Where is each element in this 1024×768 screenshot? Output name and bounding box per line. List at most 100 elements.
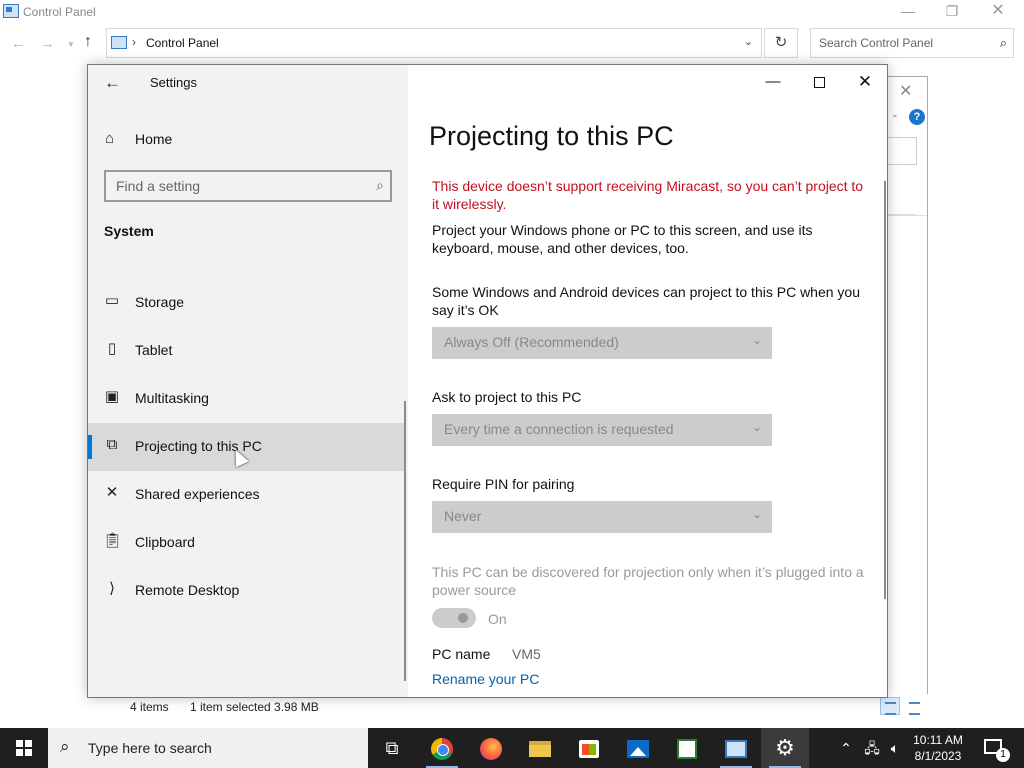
- taskbar-search-placeholder: Type here to search: [88, 740, 212, 756]
- rename-pc-link[interactable]: Rename your PC: [432, 671, 539, 687]
- taskbar-chrome[interactable]: [418, 728, 466, 768]
- help-icon[interactable]: ?: [909, 109, 925, 125]
- search-icon: ⌕: [60, 737, 70, 756]
- projection-permission-dropdown[interactable]: Always Off (Recommended) ⌄: [432, 327, 772, 359]
- start-button[interactable]: [0, 728, 48, 768]
- pc-name-value: VM5: [512, 646, 541, 662]
- close-button[interactable]: ✕: [842, 69, 887, 95]
- address-dropdown-chevron-icon[interactable]: ⌄: [744, 35, 753, 48]
- status-selection: 1 item selected 3.98 MB: [190, 700, 319, 714]
- sidebar-item-label: Home: [135, 131, 173, 147]
- large-icons-view-icon[interactable]: [904, 697, 924, 715]
- sidebar-scrollbar[interactable]: [404, 401, 406, 681]
- sidebar-item-storage[interactable]: ▭ Storage: [88, 279, 406, 327]
- task-view-button[interactable]: ⧉: [368, 728, 416, 768]
- taskbar-search-box[interactable]: ⌕ Type here to search: [48, 728, 368, 768]
- taskbar-file-explorer[interactable]: [516, 728, 564, 768]
- firefox-icon: [480, 738, 502, 761]
- dropdown-value: Never: [444, 508, 482, 524]
- sidebar-item-projecting-to-this-pc[interactable]: ⧉ Projecting to this PC: [88, 423, 406, 471]
- control-panel-title: Control Panel: [23, 5, 96, 19]
- projecting-icon: ⧉: [106, 436, 118, 453]
- chrome-icon: [431, 738, 453, 761]
- settings-sidebar: ← Settings ⌂ Home Find a setting ⌕ Syste…: [88, 65, 408, 697]
- breadcrumb-control-panel[interactable]: Control Panel: [146, 36, 219, 50]
- control-panel-navbar: ← → ▼ ↑ › Control Panel ⌄ ↻ Search Contr…: [0, 28, 1024, 60]
- sidebar-item-multitasking[interactable]: ▣ Multitasking: [88, 375, 406, 423]
- back-arrow-icon[interactable]: ←: [11, 35, 26, 52]
- sidebar-item-remote-desktop[interactable]: ⟩ Remote Desktop: [88, 567, 406, 615]
- power-source-toggle[interactable]: [432, 608, 476, 628]
- sidebar-item-shared-experiences[interactable]: ✕ Shared experiences: [88, 471, 406, 519]
- dropdown-value: Every time a connection is requested: [444, 421, 674, 437]
- pc-name-label: PC name: [432, 646, 491, 662]
- search-icon: ⌕: [376, 177, 384, 193]
- chevron-down-icon[interactable]: ⌄: [891, 109, 899, 120]
- intro-text: Project your Windows phone or PC to this…: [432, 222, 813, 256]
- maximize-button[interactable]: [796, 69, 842, 95]
- page-title: Projecting to this PC: [429, 121, 674, 151]
- photos-icon: [627, 740, 649, 759]
- sidebar-item-label: Tablet: [135, 342, 173, 358]
- require-pin-dropdown[interactable]: Never ⌄: [432, 501, 772, 533]
- minimize-button[interactable]: —: [750, 69, 796, 95]
- sidebar-item-label: Shared experiences: [135, 486, 260, 502]
- content-scrollbar[interactable]: [884, 181, 886, 599]
- refresh-button[interactable]: ↻: [764, 28, 798, 58]
- gear-icon: ⚙: [775, 735, 795, 760]
- sidebar-item-clipboard[interactable]: 📋︎ Clipboard: [88, 519, 406, 567]
- chevron-down-icon: ⌄: [751, 507, 762, 521]
- control-panel-icon: [3, 4, 19, 18]
- dialog-input-box[interactable]: [885, 137, 917, 165]
- tablet-icon: ▯: [107, 340, 117, 357]
- back-arrow-icon[interactable]: ←: [104, 73, 121, 93]
- dialog-close-icon[interactable]: ✕: [899, 81, 912, 101]
- taskbar-settings[interactable]: ⚙: [761, 728, 809, 768]
- control-panel-address-icon: [111, 36, 127, 49]
- ask-to-project-dropdown[interactable]: Every time a connection is requested ⌄: [432, 414, 772, 446]
- miracast-warning: This device doesn’t support receiving Mi…: [432, 178, 864, 212]
- find-setting-input[interactable]: Find a setting ⌕: [104, 170, 392, 202]
- settings-app-title: Settings: [150, 75, 197, 90]
- address-bar[interactable]: › Control Panel ⌄: [106, 28, 762, 58]
- taskbar: ⌕ Type here to search ⧉ ⚙ ⌃ 🖧︎ 🔈︎ 10:11 …: [0, 728, 1024, 768]
- taskbar-clock[interactable]: 10:11 AM 8/1/2023: [906, 732, 970, 764]
- clipboard-icon: 📋︎: [103, 532, 123, 549]
- details-view-icon[interactable]: [880, 697, 900, 715]
- search-icon: ⌕: [999, 35, 1007, 50]
- control-panel-search-input[interactable]: Search Control Panel ⌕: [810, 28, 1014, 58]
- remote-desktop-icon: ⟩: [109, 580, 115, 597]
- control-panel-titlebar: Control Panel — ❐ ✕: [0, 0, 1024, 26]
- power-source-note: This PC can be discovered for projection…: [432, 564, 864, 598]
- forward-arrow-icon[interactable]: →: [40, 35, 55, 52]
- sidebar-item-home[interactable]: ⌂ Home: [88, 121, 408, 157]
- sidebar-item-label: Storage: [135, 294, 185, 310]
- restore-button[interactable]: ❐: [930, 2, 974, 22]
- shared-experiences-icon: ✕: [105, 484, 119, 501]
- taskbar-store[interactable]: [565, 728, 613, 768]
- taskbar-control-panel[interactable]: [712, 728, 760, 768]
- find-setting-placeholder: Find a setting: [116, 178, 201, 194]
- taskbar-spreadsheet[interactable]: [663, 728, 711, 768]
- taskbar-firefox[interactable]: [467, 728, 515, 768]
- up-arrow-icon[interactable]: ↑: [84, 33, 92, 51]
- show-hidden-icons-chevron-icon[interactable]: ⌃: [836, 728, 856, 768]
- minimize-button[interactable]: —: [886, 2, 930, 22]
- storage-icon: ▭: [104, 292, 120, 309]
- close-button[interactable]: ✕: [976, 2, 1020, 22]
- clock-date: 8/1/2023: [914, 749, 962, 763]
- projection-permission-label: Some Windows and Android devices can pro…: [432, 284, 861, 318]
- store-icon: [579, 740, 599, 759]
- maximize-icon: [813, 76, 825, 88]
- recent-locations-chevron-icon[interactable]: ▼: [67, 40, 75, 49]
- taskbar-photos[interactable]: [614, 728, 662, 768]
- dropdown-value: Always Off (Recommended): [444, 334, 619, 350]
- ask-to-project-label: Ask to project to this PC: [432, 389, 582, 405]
- action-center-button[interactable]: 1: [976, 728, 1016, 768]
- volume-icon[interactable]: 🔈︎: [884, 728, 906, 768]
- sidebar-item-tablet[interactable]: ▯ Tablet: [88, 327, 406, 375]
- search-placeholder: Search Control Panel: [819, 36, 934, 50]
- sidebar-item-label: Multitasking: [135, 390, 209, 406]
- network-icon[interactable]: 🖧︎: [860, 728, 884, 768]
- chevron-down-icon: ⌄: [751, 420, 762, 434]
